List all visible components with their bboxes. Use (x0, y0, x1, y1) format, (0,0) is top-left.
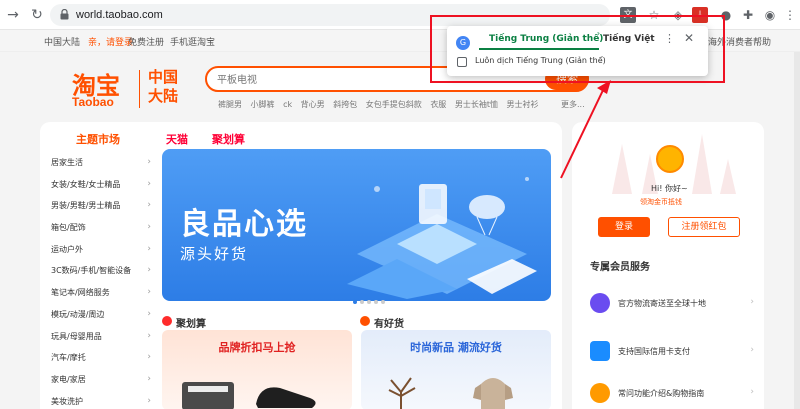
promo-title: 品牌折扣马上抢 (218, 341, 296, 354)
carousel-dot[interactable] (367, 300, 371, 304)
chevron-right-icon: › (147, 330, 151, 341)
chevron-right-icon: › (147, 265, 151, 276)
forward-icon[interactable]: → (4, 6, 22, 24)
chevron-right-icon: › (147, 352, 151, 363)
service-item[interactable]: 官方物流寄送至全球十地 › (588, 292, 758, 316)
category-item[interactable]: 家电/家居 › (51, 369, 151, 391)
carousel-dot[interactable] (381, 300, 385, 304)
factory-illustration (347, 177, 537, 299)
hotword[interactable]: 女包手提包斜款 (366, 100, 422, 109)
hotword[interactable]: ck (283, 100, 292, 109)
menu-icon[interactable]: ⋮ (782, 7, 798, 23)
register-link[interactable]: 免费注册 (128, 35, 164, 48)
carousel-dot[interactable] (360, 300, 364, 304)
lock-icon (60, 9, 69, 20)
promo-title: 时尚新品 潮流好货 (410, 341, 502, 354)
url-text: world.taobao.com (76, 9, 163, 21)
chevron-right-icon: › (147, 157, 151, 167)
region-selector[interactable]: 中国大陆 (44, 35, 80, 48)
category-item[interactable]: 箱包/配饰 › (51, 217, 151, 239)
chevron-right-icon: › (147, 178, 151, 189)
coin-badge[interactable]: 领淘金币抵钱 (640, 197, 682, 207)
reload-icon[interactable]: ↻ (28, 6, 46, 24)
category-list: 居家生活 › 女装/女鞋/女士精品 › 男装/男鞋/男士精品 › 箱包/配饰 › 运动户… (51, 152, 151, 409)
service-item[interactable]: 支持国际信用卡支付 › (588, 340, 758, 364)
tab-tmall[interactable]: 天猫 (166, 131, 188, 147)
juhuasuan-icon (162, 316, 172, 326)
banner-title: 良品心选 (180, 207, 308, 242)
hotword[interactable]: 裤腿男 (218, 100, 242, 109)
login-button[interactable]: 登录 (598, 217, 650, 237)
carousel-dot[interactable] (353, 300, 357, 304)
service-item[interactable]: 常问功能介绍&购物指南 › (588, 382, 758, 406)
taobao-logo-en: Taobao (72, 95, 114, 109)
services-title: 专属会员服务 (590, 262, 650, 273)
profile-icon[interactable]: ◉ (762, 7, 778, 23)
category-item[interactable]: 女装/女鞋/女士精品 › (51, 174, 151, 196)
chevron-right-icon: › (147, 308, 151, 319)
page-scrollbar[interactable] (794, 52, 800, 409)
category-item[interactable]: 笔记本/网络服务 › (51, 282, 151, 304)
mobile-link[interactable]: 手机逛淘宝 (170, 35, 215, 48)
banner-subtitle: 源头好货 (180, 245, 249, 263)
compass-icon (590, 383, 610, 403)
category-item[interactable]: 模玩/动漫/周边 › (51, 304, 151, 326)
chevron-right-icon: › (147, 222, 151, 233)
hotword[interactable]: 衣服 (430, 100, 446, 109)
login-link[interactable]: 亲，请登录 (88, 35, 133, 48)
hot-keywords: 裤腿男 小脚裤 ck 背心男 斜挎包 女包手提包斜款 衣服 男士长袖t恤 男士衬… (218, 99, 545, 110)
youhaohuo-icon (360, 316, 370, 326)
category-item[interactable]: 3C数码/手机/智能设备 › (51, 260, 151, 282)
chevron-right-icon: › (750, 387, 754, 397)
products-image (388, 377, 513, 409)
carousel-dot[interactable] (374, 300, 378, 304)
chevron-right-icon: › (750, 345, 754, 355)
logo-region: 中国大陆 (148, 68, 179, 105)
promo-brand-discount[interactable]: 品牌折扣马上抢 (162, 330, 352, 409)
register-button[interactable]: 注册领红包 (668, 217, 740, 237)
products-image (182, 382, 316, 409)
logo-divider (139, 70, 140, 108)
hotword[interactable]: 斜挎包 (333, 100, 357, 109)
annotation-highlight-box (430, 15, 725, 83)
category-item[interactable]: 运动户外 › (51, 239, 151, 261)
puzzle-icon[interactable]: ✚ (740, 7, 756, 23)
category-item[interactable]: 美妆洗护 › (51, 391, 151, 409)
chevron-right-icon: › (147, 200, 151, 211)
chevron-right-icon: › (147, 373, 151, 384)
youhaohuo-label[interactable]: 有好货 (374, 315, 404, 330)
category-item[interactable]: 居家生活 › (51, 152, 151, 174)
user-greeting: Hi! 你好~ (651, 184, 688, 193)
promo-banner[interactable]: 良品心选 源头好货 (162, 149, 551, 301)
chevron-right-icon: › (147, 395, 151, 406)
hotword[interactable]: 小脚裤 (251, 100, 275, 109)
juhuasuan-label[interactable]: 聚划算 (176, 315, 206, 330)
annotation-arrow (560, 80, 611, 179)
avatar (656, 145, 684, 173)
chevron-right-icon: › (147, 243, 151, 254)
tab-theme-market[interactable]: 主题市场 (76, 131, 120, 147)
chevron-right-icon: › (750, 297, 754, 307)
hotword[interactable]: 男士长袖t恤 (455, 100, 498, 109)
hotword[interactable]: 背心男 (301, 100, 325, 109)
category-item[interactable]: 汽车/摩托 › (51, 347, 151, 369)
hotword[interactable]: 男士衬衫 (507, 100, 539, 109)
category-item[interactable]: 玩具/母婴用品 › (51, 326, 151, 348)
logistics-icon (590, 293, 610, 313)
promo-new-arrivals[interactable]: 时尚新品 潮流好货 (361, 330, 551, 409)
category-item[interactable]: 男装/男鞋/男士精品 › (51, 195, 151, 217)
tab-juhuasuan[interactable]: 聚划算 (212, 131, 245, 147)
carousel-dots (353, 296, 388, 307)
credit-card-icon (590, 341, 610, 361)
chevron-right-icon: › (147, 287, 151, 298)
